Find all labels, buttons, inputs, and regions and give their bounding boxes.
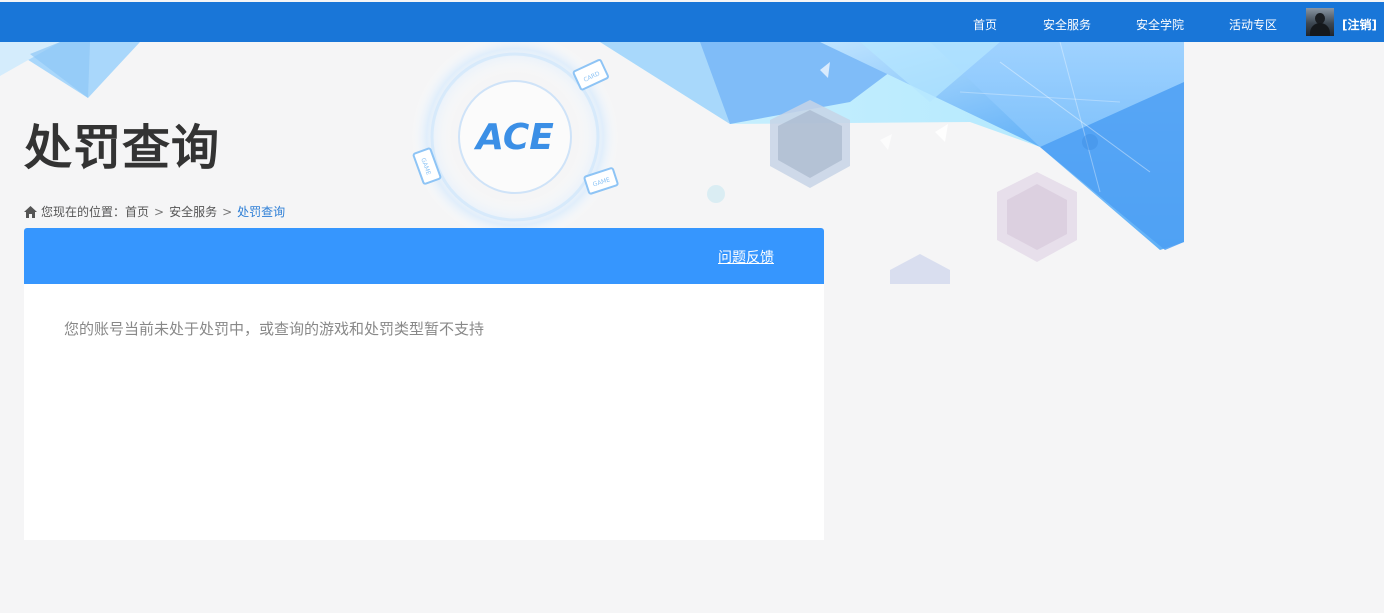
nav-item-home[interactable]: 首页: [973, 16, 997, 33]
hex-portrait-3: [890, 254, 950, 284]
user-avatar[interactable]: [1306, 8, 1334, 36]
breadcrumb-current: 处罚查询: [237, 205, 286, 219]
breadcrumb-separator: >: [222, 204, 233, 219]
breadcrumb: 您现在的位置： 首页 > 安全服务 > 处罚查询: [24, 203, 285, 220]
logout-link[interactable]: [注销]: [1342, 16, 1377, 33]
top-navbar: 首页 安全服务 安全学院 活动专区 [注销]: [0, 2, 1384, 42]
result-card: 问题反馈 您的账号当前未处于处罚中，或查询的游戏和处罚类型暂不支持: [24, 228, 824, 540]
result-message: 您的账号当前未处于处罚中，或查询的游戏和处罚类型暂不支持: [64, 320, 485, 338]
ace-logo-text: ACE: [473, 117, 554, 158]
feedback-link[interactable]: 问题反馈: [718, 247, 774, 267]
page-title: 处罚查询: [24, 120, 221, 176]
card-header: 问题反馈: [24, 228, 824, 284]
home-icon: [24, 205, 37, 218]
nav-item-security-academy[interactable]: 安全学院: [1136, 16, 1184, 33]
breadcrumb-home[interactable]: 首页: [125, 203, 149, 220]
breadcrumb-security-service[interactable]: 安全服务: [169, 203, 217, 220]
avatar-shoulders: [1310, 23, 1330, 36]
breadcrumb-separator: >: [154, 204, 165, 219]
nav-item-activity-zone[interactable]: 活动专区: [1229, 16, 1277, 33]
nav-item-security-service[interactable]: 安全服务: [1043, 16, 1091, 33]
breadcrumb-prefix: 您现在的位置：: [41, 205, 126, 219]
